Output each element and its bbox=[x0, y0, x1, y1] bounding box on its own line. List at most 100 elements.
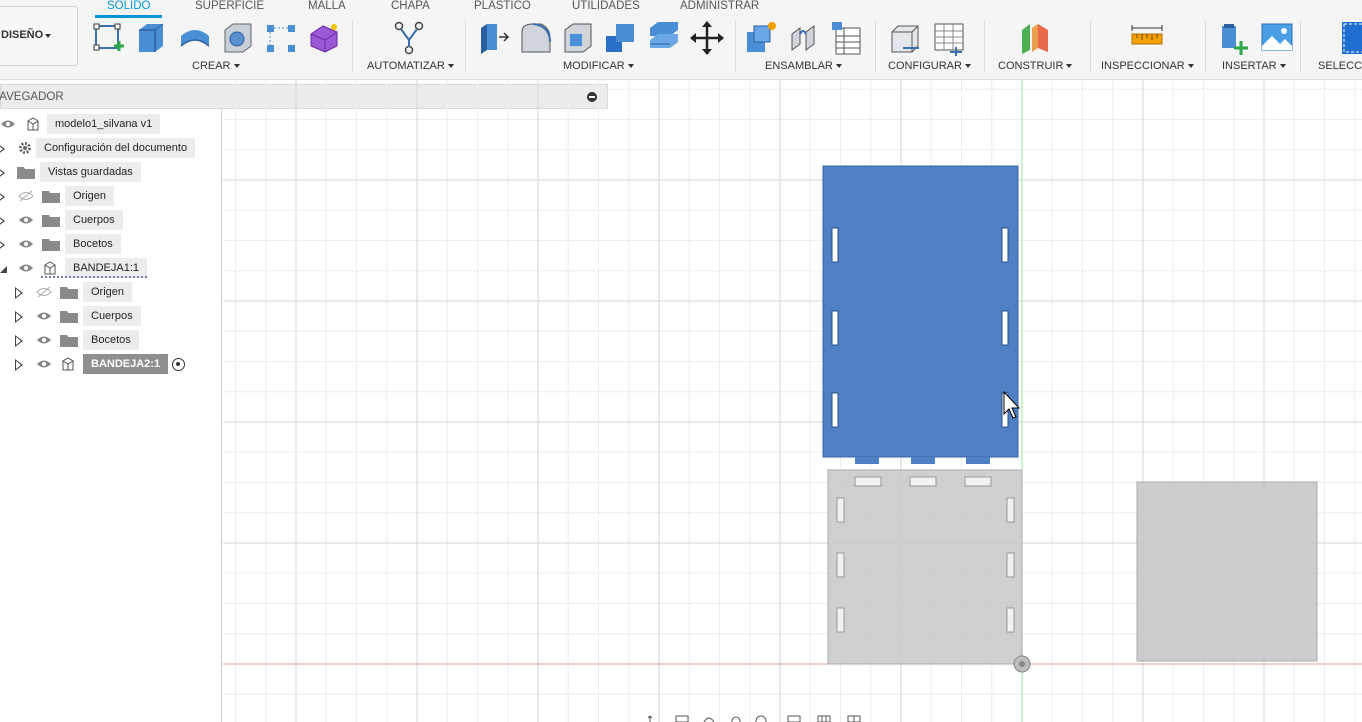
toolbar-divider bbox=[1090, 20, 1091, 72]
tab-solido[interactable]: SÓLIDO bbox=[94, 0, 164, 18]
selected-body-bandeja2[interactable] bbox=[822, 165, 1019, 464]
combine-icon[interactable] bbox=[604, 20, 638, 56]
group-inspeccionar[interactable]: INSPECCIONAR bbox=[1101, 60, 1194, 72]
tree-item-label: Vistas guardadas bbox=[40, 162, 141, 182]
move-icon[interactable] bbox=[690, 20, 724, 56]
tree-item-bodies-nested[interactable]: Cuerpos bbox=[0, 306, 222, 326]
toolbar-divider bbox=[735, 20, 736, 72]
look-at-icon bbox=[675, 715, 689, 722]
group-ensamblar[interactable]: ENSAMBLAR bbox=[765, 60, 842, 72]
folder-icon bbox=[42, 191, 60, 203]
table-component-icon[interactable] bbox=[830, 20, 864, 56]
extrude-icon[interactable] bbox=[135, 20, 169, 56]
tree-item-bandeja2[interactable]: BANDEJA2:1 bbox=[0, 354, 222, 374]
tree-item-bodies[interactable]: Cuerpos bbox=[0, 210, 222, 230]
expand-arrow-icon[interactable] bbox=[0, 143, 5, 155]
expand-arrow-icon[interactable] bbox=[15, 359, 23, 371]
insert-mcmaster-icon[interactable] bbox=[1218, 20, 1252, 56]
offset-plane-icon[interactable] bbox=[1018, 20, 1052, 56]
fusion-app-window: DISEÑO SÓLIDO SUPERFICIE MALLA CHAPA PLÁ… bbox=[0, 0, 1362, 722]
expand-arrow-icon[interactable] bbox=[0, 191, 5, 203]
workspace-label: DISEÑO bbox=[1, 29, 44, 41]
eye-icon[interactable] bbox=[36, 310, 52, 322]
eye-icon[interactable] bbox=[0, 118, 16, 130]
expand-arrow-icon[interactable] bbox=[0, 215, 5, 227]
gear-icon bbox=[19, 142, 31, 154]
group-automatizar[interactable]: AUTOMATIZAR bbox=[367, 60, 454, 72]
workspace-switcher[interactable]: DISEÑO bbox=[0, 6, 78, 66]
tab-malla[interactable]: MALLA bbox=[308, 0, 346, 12]
browser-title: NAVEGADOR bbox=[0, 91, 64, 103]
configuration-table-icon[interactable] bbox=[932, 20, 966, 56]
form-icon[interactable] bbox=[307, 20, 341, 56]
chevron-down-icon bbox=[1187, 64, 1194, 69]
rectangular-pattern-icon[interactable] bbox=[264, 20, 298, 56]
tab-superficie[interactable]: SUPERFICIE bbox=[195, 0, 264, 12]
group-seleccionar[interactable]: SELECC bbox=[1318, 60, 1362, 72]
eye-icon[interactable] bbox=[18, 214, 34, 226]
create-sketch-icon[interactable] bbox=[92, 20, 126, 56]
tab-plastico[interactable]: PLÁSTICO bbox=[474, 0, 531, 12]
tab-administrar[interactable]: ADMINISTRAR bbox=[680, 0, 759, 12]
tree-item-label: Configuración del documento bbox=[36, 138, 196, 158]
eye-icon[interactable] bbox=[18, 238, 34, 250]
shell-icon[interactable] bbox=[561, 20, 595, 56]
chevron-down-icon bbox=[233, 64, 240, 69]
press-pull-icon[interactable] bbox=[477, 20, 511, 56]
tree-item-label: Origen bbox=[83, 282, 133, 302]
revolve-icon[interactable] bbox=[178, 20, 212, 56]
fillet-icon[interactable] bbox=[519, 20, 553, 56]
expand-arrow-icon[interactable] bbox=[0, 167, 5, 179]
toolbar-divider bbox=[984, 20, 985, 72]
eye-hidden-icon[interactable] bbox=[18, 190, 34, 202]
select-icon[interactable] bbox=[1338, 20, 1362, 56]
expand-arrow-icon[interactable] bbox=[15, 311, 23, 323]
chevron-down-icon bbox=[835, 64, 842, 69]
tree-item-root[interactable]: modelo1_silvana v1 bbox=[0, 114, 222, 134]
chevron-down-icon bbox=[45, 34, 51, 38]
viewport-canvas[interactable] bbox=[223, 80, 1362, 722]
eye-icon[interactable] bbox=[36, 334, 52, 346]
tree-item-origin[interactable]: Origen bbox=[0, 186, 222, 206]
expand-arrow-icon[interactable] bbox=[15, 335, 23, 347]
automate-icon[interactable] bbox=[392, 20, 426, 56]
folder-icon bbox=[60, 287, 78, 299]
toolbar-divider bbox=[1300, 20, 1301, 72]
collapse-arrow-icon[interactable] bbox=[0, 266, 7, 273]
group-modificar[interactable]: MODIFICAR bbox=[563, 60, 634, 72]
tree-item-document-settings[interactable]: Configuración del documento bbox=[0, 138, 222, 158]
split-body-icon[interactable] bbox=[647, 20, 681, 56]
hole-icon[interactable] bbox=[221, 20, 255, 56]
navigation-bar[interactable] bbox=[640, 714, 876, 722]
tree-item-label: BANDEJA2:1 bbox=[83, 354, 169, 374]
insert-image-icon[interactable] bbox=[1260, 20, 1294, 56]
tree-item-saved-views[interactable]: Vistas guardadas bbox=[0, 162, 222, 182]
eye-hidden-icon[interactable] bbox=[36, 286, 52, 298]
activate-component-icon[interactable] bbox=[172, 358, 185, 371]
expand-arrow-icon[interactable] bbox=[15, 287, 23, 299]
chevron-down-icon bbox=[1066, 64, 1073, 69]
component-icon bbox=[44, 261, 56, 275]
group-configurar[interactable]: CONFIGURAR bbox=[888, 60, 971, 72]
tree-item-origin-nested[interactable]: Origen bbox=[0, 282, 222, 302]
chevron-down-icon bbox=[1279, 64, 1286, 69]
fit-icon bbox=[755, 715, 767, 722]
new-component-icon[interactable] bbox=[744, 20, 778, 56]
expand-arrow-icon[interactable] bbox=[0, 239, 5, 251]
grid-settings-icon bbox=[817, 715, 831, 722]
tree-item-sketches[interactable]: Bocetos bbox=[0, 234, 222, 254]
eye-icon[interactable] bbox=[18, 262, 34, 274]
tab-utilidades[interactable]: UTILIDADES bbox=[572, 0, 640, 12]
tree-item-bandeja1[interactable]: BANDEJA1:1 bbox=[0, 258, 222, 278]
origin-marker-icon[interactable] bbox=[1013, 655, 1031, 673]
group-crear[interactable]: CREAR bbox=[192, 60, 240, 72]
eye-icon[interactable] bbox=[36, 358, 52, 370]
group-construir[interactable]: CONSTRUIR bbox=[998, 60, 1073, 72]
tab-chapa[interactable]: CHAPA bbox=[391, 0, 430, 12]
group-insertar[interactable]: INSERTAR bbox=[1222, 60, 1286, 72]
parameters-icon[interactable] bbox=[889, 20, 923, 56]
tree-item-label: Cuerpos bbox=[65, 210, 123, 230]
joint-icon[interactable] bbox=[788, 20, 822, 56]
tree-item-sketches-nested[interactable]: Bocetos bbox=[0, 330, 222, 350]
measure-icon[interactable] bbox=[1130, 20, 1164, 56]
